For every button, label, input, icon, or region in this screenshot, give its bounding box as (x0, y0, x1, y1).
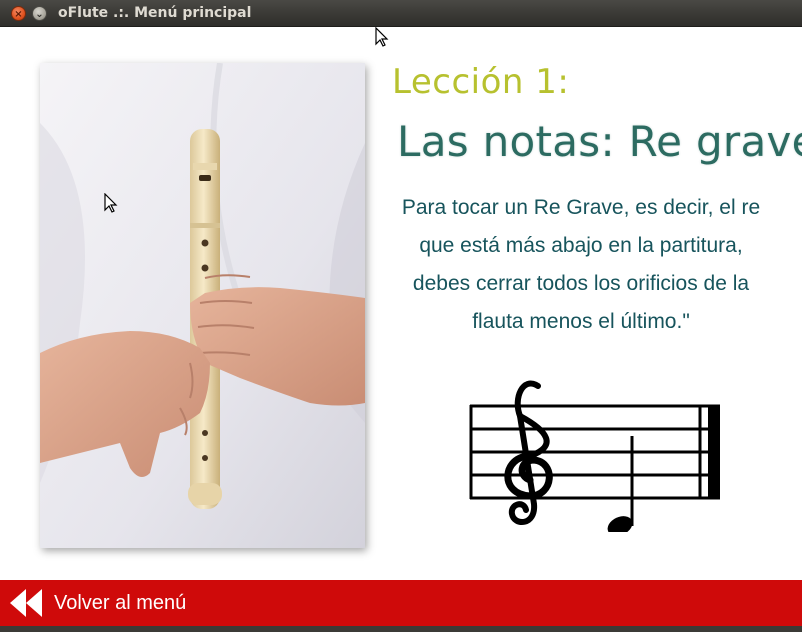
window-bottom-border (0, 626, 802, 632)
mouse-cursor-icon (104, 193, 118, 213)
flute-photo (40, 63, 365, 548)
lesson-title: Las notas: Re grave (397, 117, 802, 166)
window-title: oFlute .:. Menú principal (58, 5, 252, 21)
lesson-number-label: Lección 1: (392, 62, 570, 102)
music-staff-image (469, 380, 720, 532)
flute-hands-image (40, 63, 365, 548)
rewind-icon (10, 589, 42, 617)
back-to-menu-button[interactable]: Volver al menú (8, 584, 186, 622)
mouse-cursor-icon (375, 27, 389, 47)
minimize-icon[interactable]: ⌄ (32, 6, 47, 21)
window-titlebar: × ⌄ oFlute .:. Menú principal (0, 0, 802, 27)
main-content: Lección 1: Las notas: Re grave Para toca… (0, 27, 802, 580)
bottom-navigation-bar: Volver al menú (0, 580, 802, 626)
lesson-instructions: Para tocar un Re Grave, es decir, el re … (401, 196, 761, 333)
close-icon[interactable]: × (11, 6, 26, 21)
back-to-menu-label: Volver al menú (54, 591, 187, 614)
